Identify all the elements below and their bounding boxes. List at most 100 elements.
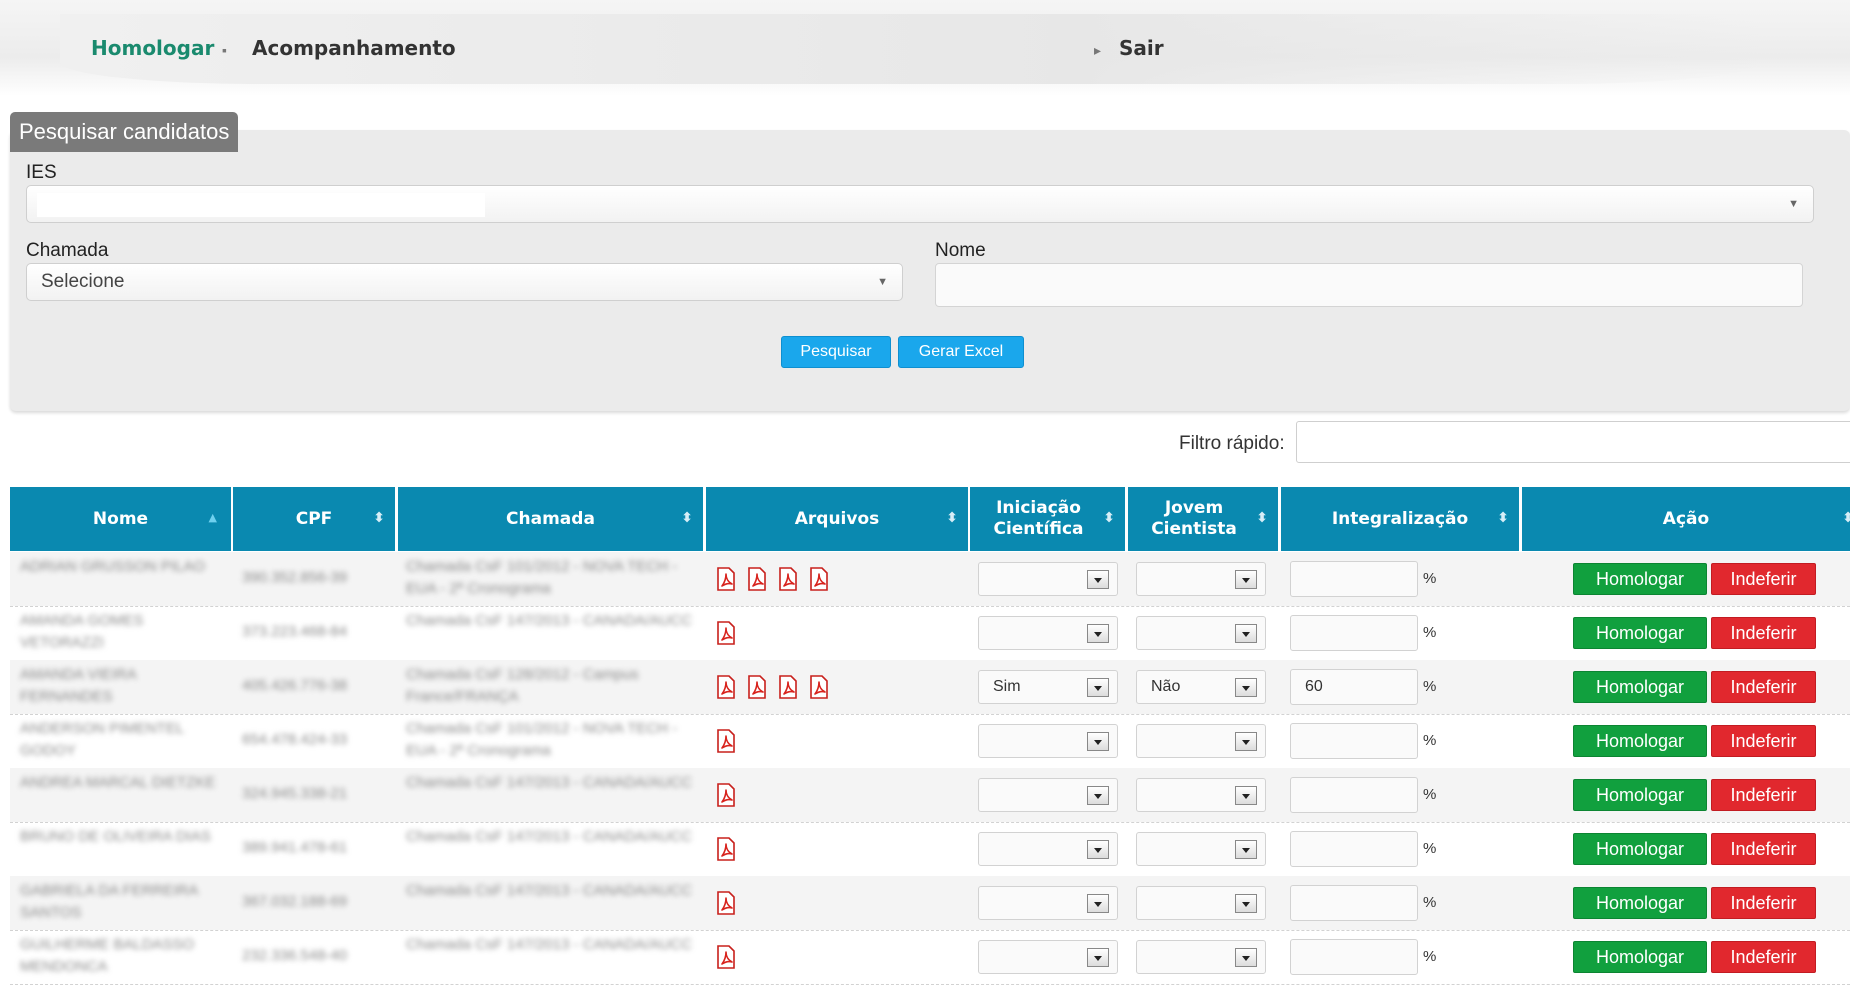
table-row: GABRIELA DA FERREIRA SANTOS 367.032.188-6…	[10, 876, 1850, 930]
pdf-file-icon[interactable]	[777, 567, 799, 591]
column-header-acao[interactable]: Ação ⬍	[1522, 487, 1850, 551]
iniciacao-cientifica-select[interactable]	[978, 832, 1118, 866]
sort-icon: ⬍	[1103, 510, 1115, 526]
pesquisar-button[interactable]: Pesquisar	[781, 336, 891, 368]
jovem-cientista-select[interactable]	[1136, 616, 1266, 650]
pdf-file-icon[interactable]	[715, 621, 737, 645]
column-header-jovem-cientista[interactable]: Jovem Cientista ⬍	[1128, 487, 1278, 551]
indeferir-button[interactable]: Indeferir	[1711, 725, 1816, 757]
homologar-button[interactable]: Homologar	[1573, 563, 1707, 595]
integralizacao-input[interactable]	[1290, 885, 1418, 921]
pdf-file-icon[interactable]	[715, 837, 737, 861]
homologar-button[interactable]: Homologar	[1573, 617, 1707, 649]
percent-sign: %	[1423, 732, 1437, 749]
pdf-file-icon[interactable]	[715, 675, 737, 699]
homologar-button[interactable]: Homologar	[1573, 779, 1707, 811]
jovem-cientista-select[interactable]	[1136, 832, 1266, 866]
column-header-chamada[interactable]: Chamada ⬍	[398, 487, 703, 551]
nav-separator: ▸	[1094, 42, 1102, 58]
iniciacao-cientifica-select[interactable]	[978, 616, 1118, 650]
iniciacao-cientifica-select[interactable]: Sim	[978, 670, 1118, 704]
iniciacao-cientifica-select[interactable]	[978, 562, 1118, 596]
homologar-button[interactable]: Homologar	[1573, 725, 1707, 757]
indeferir-button[interactable]: Indeferir	[1711, 833, 1816, 865]
jovem-cientista-select[interactable]: Não	[1136, 670, 1266, 704]
jovem-cientista-select[interactable]	[1136, 724, 1266, 758]
pdf-file-icon[interactable]	[715, 729, 737, 753]
cell-chamada: Chamada CsF 147/2013 - CANADA/AUCC	[406, 612, 692, 629]
percent-sign: %	[1423, 840, 1437, 857]
pdf-file-icon[interactable]	[715, 567, 737, 591]
dropdown-arrow-icon	[1235, 786, 1257, 805]
pdf-file-icon[interactable]	[777, 675, 799, 699]
chamada-label: Chamada	[26, 240, 109, 261]
ies-label: IES	[26, 162, 57, 183]
cell-cpf: 405.426.776-38	[242, 677, 348, 694]
indeferir-button[interactable]: Indeferir	[1711, 941, 1816, 973]
column-header-label: Chamada	[506, 508, 595, 529]
iniciacao-cientifica-select[interactable]	[978, 940, 1118, 974]
integralizacao-input[interactable]	[1290, 615, 1418, 651]
homologar-button[interactable]: Homologar	[1573, 671, 1707, 703]
pdf-file-icon[interactable]	[808, 567, 830, 591]
indeferir-button[interactable]: Indeferir	[1711, 779, 1816, 811]
cell-chamada: Chamada CsF 147/2013 - CANADA/AUCC	[406, 882, 692, 899]
table-row: AMANDA GOMES VETORAZZI 373.223.468-84 Cham…	[10, 606, 1850, 660]
cell-nome: GABRIELA DA FERREIRA SANTOS	[20, 882, 198, 921]
column-header-label: Iniciação Científica	[993, 498, 1084, 539]
dropdown-arrow-icon	[1235, 840, 1257, 859]
homologar-button[interactable]: Homologar	[1573, 833, 1707, 865]
nome-input[interactable]	[935, 263, 1803, 307]
column-header-label: Integralização	[1331, 508, 1469, 529]
cell-cpf: 654.478.424-33	[242, 731, 348, 748]
jovem-cientista-select[interactable]	[1136, 886, 1266, 920]
cell-chamada: Chamada CsF 128/2012 - Campus France/FRA…	[406, 666, 639, 705]
nav-sair-link[interactable]: Sair	[1119, 36, 1164, 60]
ies-select-value	[37, 193, 485, 217]
iniciacao-cientifica-select[interactable]	[978, 724, 1118, 758]
homologar-button[interactable]: Homologar	[1573, 941, 1707, 973]
indeferir-button[interactable]: Indeferir	[1711, 887, 1816, 919]
pdf-file-icon[interactable]	[746, 675, 768, 699]
column-header-label: CPF	[295, 508, 333, 529]
column-header-iniciacao-cientifica[interactable]: Iniciação Científica ⬍	[970, 487, 1125, 551]
homologar-button[interactable]: Homologar	[1573, 887, 1707, 919]
dropdown-arrow-icon	[1235, 894, 1257, 913]
indeferir-button[interactable]: Indeferir	[1711, 563, 1816, 595]
chamada-select[interactable]: Selecione ▼	[26, 263, 903, 301]
integralizacao-input[interactable]: 60	[1290, 669, 1418, 705]
iniciacao-cientifica-value: Sim	[993, 678, 1021, 695]
column-header-integralizacao[interactable]: Integralização ⬍	[1281, 487, 1519, 551]
integralizacao-input[interactable]	[1290, 777, 1418, 813]
quick-filter-input[interactable]	[1296, 421, 1850, 463]
jovem-cientista-select[interactable]	[1136, 940, 1266, 974]
integralizacao-input[interactable]	[1290, 831, 1418, 867]
top-navigation: Homologar ▪ Acompanhamento ▸ Sair	[0, 0, 1850, 96]
sort-icon: ⬍	[1842, 510, 1850, 526]
cell-nome: AMANDA GOMES VETORAZZI	[20, 612, 144, 651]
cell-cpf: 373.223.468-84	[242, 623, 348, 640]
integralizacao-input[interactable]	[1290, 939, 1418, 975]
pdf-file-icon[interactable]	[715, 891, 737, 915]
iniciacao-cientifica-select[interactable]	[978, 778, 1118, 812]
integralizacao-input[interactable]	[1290, 723, 1418, 759]
jovem-cientista-select[interactable]	[1136, 778, 1266, 812]
column-header-arquivos[interactable]: Arquivos ⬍	[706, 487, 968, 551]
pdf-file-icon[interactable]	[808, 675, 830, 699]
iniciacao-cientifica-select[interactable]	[978, 886, 1118, 920]
indeferir-button[interactable]: Indeferir	[1711, 671, 1816, 703]
pdf-file-icon[interactable]	[715, 783, 737, 807]
sort-icon: ⬍	[1497, 510, 1509, 526]
pdf-file-icon[interactable]	[746, 567, 768, 591]
cell-chamada: Chamada CsF 101/2012 - NOVA TECH - EUA -…	[406, 558, 678, 597]
column-header-nome[interactable]: Nome ▲	[10, 487, 231, 551]
jovem-cientista-select[interactable]	[1136, 562, 1266, 596]
column-header-cpf[interactable]: CPF ⬍	[233, 487, 395, 551]
ies-select[interactable]: ▼	[26, 185, 1814, 223]
indeferir-button[interactable]: Indeferir	[1711, 617, 1816, 649]
nav-acompanhamento-link[interactable]: Acompanhamento	[252, 36, 456, 60]
gerar-excel-button[interactable]: Gerar Excel	[898, 336, 1024, 368]
integralizacao-input[interactable]	[1290, 561, 1418, 597]
nav-homologar-link[interactable]: Homologar	[91, 36, 214, 60]
pdf-file-icon[interactable]	[715, 945, 737, 969]
